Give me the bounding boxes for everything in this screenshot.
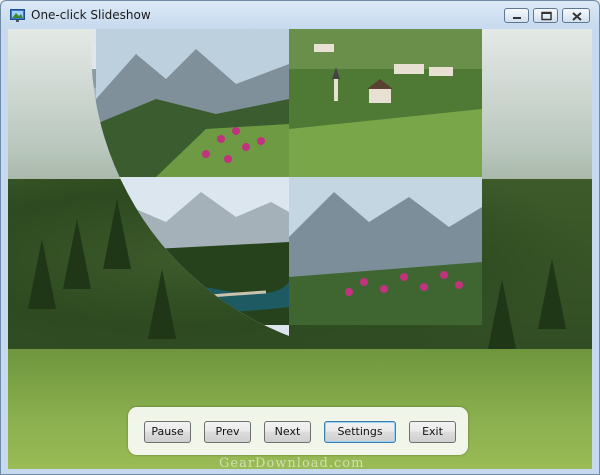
close-button[interactable]: [562, 8, 590, 23]
settings-button[interactable]: Settings: [324, 421, 396, 443]
tree: [28, 239, 56, 309]
app-window: One-click Slideshow Pause Prev Next Sett…: [0, 0, 600, 475]
slideshow-app-icon: [10, 8, 25, 22]
photo-tile: [96, 177, 289, 325]
slideshow-area[interactable]: Pause Prev Next Settings Exit: [8, 29, 592, 469]
window-title: One-click Slideshow: [31, 8, 151, 22]
photo-tile: [289, 177, 482, 325]
control-panel: Pause Prev Next Settings Exit: [128, 407, 468, 455]
photo-tile: [96, 325, 289, 357]
maximize-button[interactable]: [533, 8, 558, 23]
pause-button[interactable]: Pause: [144, 421, 191, 443]
photo-tile: [289, 29, 482, 177]
title-bar[interactable]: One-click Slideshow: [1, 1, 599, 29]
next-button[interactable]: Next: [264, 421, 311, 443]
exit-button[interactable]: Exit: [409, 421, 456, 443]
tree: [63, 219, 91, 289]
photo-tile: [96, 29, 289, 177]
prev-button[interactable]: Prev: [204, 421, 251, 443]
minimize-button[interactable]: [504, 8, 529, 23]
photo-collage: [91, 29, 592, 357]
watermark: GearDownload.com: [219, 456, 365, 471]
